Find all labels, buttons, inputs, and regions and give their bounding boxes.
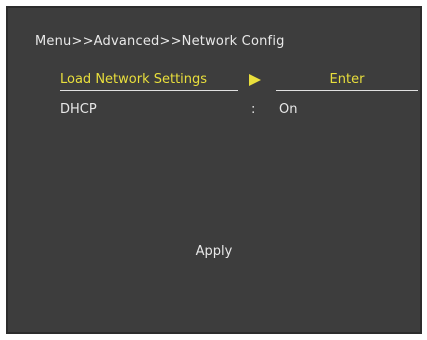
menu-item-label: DHCP xyxy=(60,102,97,117)
separator: : xyxy=(251,102,256,117)
menu-item-dhcp[interactable]: DHCP : On xyxy=(60,99,406,121)
menu-item-load-network-settings[interactable]: Load Network Settings Enter xyxy=(60,69,418,91)
apply-button[interactable]: Apply xyxy=(8,244,420,259)
osd-menu-panel: Menu>>Advanced>>Network Config Load Netw… xyxy=(6,6,422,334)
menu-item-label: Load Network Settings xyxy=(60,72,238,91)
play-arrow-icon xyxy=(249,74,261,86)
breadcrumb: Menu>>Advanced>>Network Config xyxy=(35,34,285,49)
enter-button[interactable]: Enter xyxy=(276,72,418,91)
dhcp-value[interactable]: On xyxy=(279,102,297,117)
